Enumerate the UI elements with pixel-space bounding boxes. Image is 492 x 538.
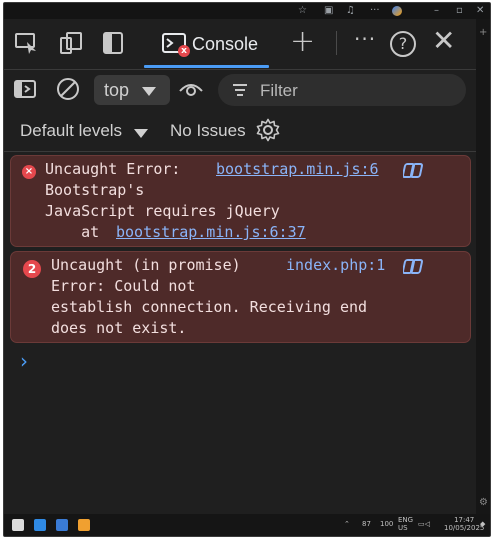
gear-icon[interactable] [256,118,280,142]
chevron-down-icon[interactable] [134,129,148,138]
help-icon[interactable]: ? [390,31,416,57]
device-emulation-icon[interactable] [58,31,84,55]
battery-level: 87 [362,520,371,528]
console-error-message: × Uncaught Error: bootstrap.min.js:6 Boo… [10,155,471,247]
browser-top-strip: ☆ ▣ ♫ ··· – ▫ ✕ [4,3,490,19]
taskbar-app-icon[interactable] [12,519,24,531]
filter-box [218,74,466,106]
context-value: top [104,80,130,100]
minimize-icon[interactable]: – [434,5,439,17]
error-body: Error: Could not establish connection. R… [51,277,368,337]
close-devtools-icon[interactable]: ✕ [432,27,455,55]
clock-date: 10/05/2025 [444,524,485,532]
tab-icon[interactable]: ▣ [324,5,333,17]
stack-link[interactable]: bootstrap.min.js:6:37 [116,223,306,241]
add-tab-icon[interactable]: + [290,27,315,57]
console-prompt[interactable]: › [20,349,28,373]
headset-icon[interactable]: ♫ [346,5,355,17]
language-indicator[interactable]: ENG US [398,516,413,532]
tab-console[interactable]: x Console [144,27,269,68]
lang-code: ENG [398,516,414,524]
copilot-icon[interactable] [392,6,402,16]
taskbar-app-icon[interactable] [78,519,90,531]
windows-taskbar: ⌃ 87 100 ENG US ▭◁ 17:47 10/05/2025 ◆ [4,514,490,536]
default-levels-dropdown[interactable]: Default levels [20,121,122,141]
wifi-indicator[interactable]: 100 [380,520,393,528]
console-toolbar: top [4,69,476,111]
repeat-count-badge: 2 [23,260,41,278]
tray-chevron-icon[interactable]: ⌃ [344,520,350,528]
error-source-link[interactable]: bootstrap.min.js:6 [216,160,379,178]
sidebar-toggle-icon[interactable] [14,80,36,98]
explorer-icon[interactable] [56,519,68,531]
clear-console-icon[interactable] [56,77,80,101]
active-tab-indicator [144,65,269,68]
window-close-icon[interactable]: ✕ [476,5,484,17]
chevron-down-icon [142,87,156,96]
devtools-panel: x Console + ··· ? ✕ top Filter Default l… [4,19,476,514]
stack-prefix: at [45,223,109,241]
error-source-link[interactable]: index.php:1 [286,256,385,274]
live-expression-icon[interactable] [178,79,204,99]
clock[interactable]: 17:47 10/05/2025 [444,516,484,532]
browser-side-strip: + ⚙ [476,19,490,514]
filter-icon [233,84,247,96]
error-body: Bootstrap's JavaScript requires jQuery [45,181,280,220]
notification-icon[interactable]: ◆ [480,520,485,528]
star-icon[interactable]: ☆ [298,5,307,17]
copilot-insights-icon[interactable] [403,257,425,277]
copilot-insights-icon[interactable] [403,161,425,181]
dock-side-icon[interactable] [100,31,126,55]
tab-divider [336,31,337,55]
error-title: Uncaught (in promise) [51,256,241,274]
network-icon[interactable]: ▭◁ [418,520,430,528]
levels-bar: Default levels No Issues [4,111,476,152]
console-error-badge: x [178,45,190,57]
console-error-message: 2 Uncaught (in promise) index.php:1 Erro… [10,251,471,343]
context-selector[interactable]: top [94,75,170,105]
error-icon: × [22,165,36,179]
filter-input[interactable] [258,77,462,105]
more-options-icon[interactable]: ··· [354,27,376,51]
maximize-icon[interactable]: ▫ [456,5,463,17]
vscode-icon[interactable] [34,519,46,531]
clock-time: 17:47 [454,516,475,524]
settings-icon[interactable]: ⚙ [479,497,488,508]
error-title: Uncaught Error: [45,160,181,178]
region-code: US [398,524,408,532]
devtools-tab-bar: x Console + ··· ? ✕ [4,19,476,70]
add-icon[interactable]: + [479,27,487,38]
tab-console-label: Console [192,34,259,54]
inspect-element-icon[interactable] [14,31,40,55]
more-icon[interactable]: ··· [370,5,380,17]
devtools-window: ☆ ▣ ♫ ··· – ▫ ✕ x Console + ··· ? ✕ top … [3,2,491,537]
issues-count[interactable]: No Issues [170,121,246,141]
